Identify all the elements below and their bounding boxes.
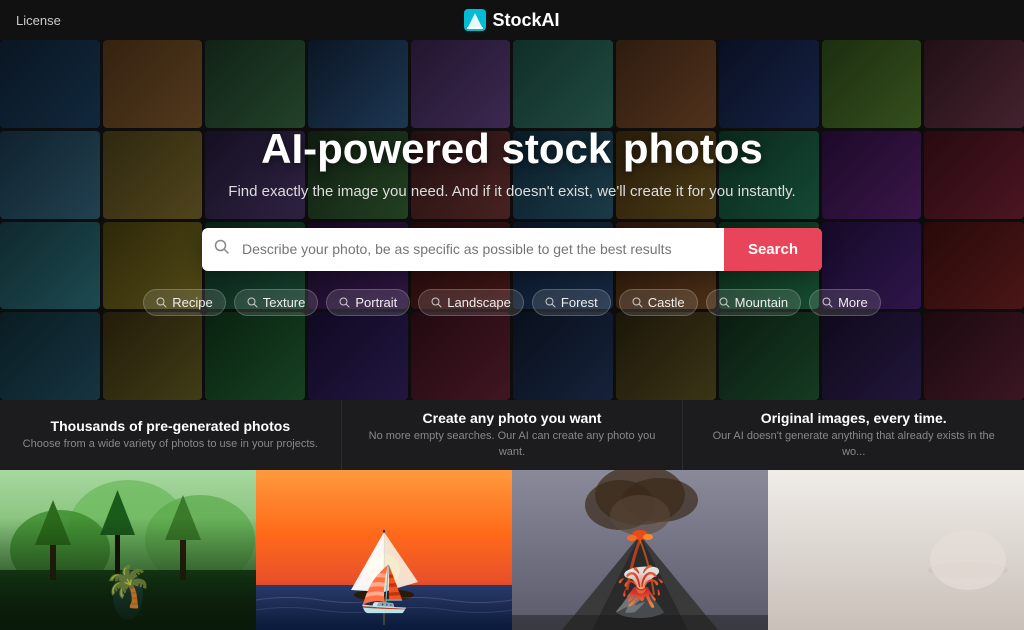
tag-castle-label: Castle (648, 295, 685, 310)
hero-section: AI-powered stock photos Find exactly the… (0, 40, 1024, 400)
feature-original: Original images, every time. Our AI does… (683, 400, 1024, 470)
tag-landscape-label: Landscape (447, 295, 511, 310)
search-input[interactable] (242, 228, 724, 270)
photo-light[interactable] (768, 470, 1024, 630)
photo-jungle[interactable] (0, 470, 256, 630)
photo-sailboat[interactable] (256, 470, 512, 630)
tag-portrait[interactable]: Portrait (326, 289, 410, 316)
tag-more[interactable]: More (809, 289, 881, 316)
feature-original-desc: Our AI doesn't generate anything that al… (703, 429, 1004, 460)
tag-texture-label: Texture (263, 295, 306, 310)
photo-grid (0, 470, 1024, 630)
tag-more-label: More (838, 295, 868, 310)
logo: StockAI (464, 9, 559, 31)
tag-mountain[interactable]: Mountain (706, 289, 801, 316)
photo-volcano[interactable] (512, 470, 768, 630)
hero-subtitle: Find exactly the image you need. And if … (228, 183, 795, 200)
feature-pregen-title: Thousands of pre-generated photos (51, 418, 291, 434)
tag-mountain-label: Mountain (735, 295, 788, 310)
hero-title: AI-powered stock photos (261, 125, 763, 173)
tag-portrait-label: Portrait (355, 295, 397, 310)
logo-icon (464, 9, 486, 31)
tag-forest[interactable]: Forest (532, 289, 611, 316)
feature-create: Create any photo you want No more empty … (342, 400, 684, 470)
navbar: License StockAI (0, 0, 1024, 40)
features-strip: Thousands of pre-generated photos Choose… (0, 400, 1024, 470)
tag-forest-label: Forest (561, 295, 598, 310)
feature-pregen: Thousands of pre-generated photos Choose… (0, 400, 342, 470)
search-bar: Search (202, 228, 822, 271)
search-button[interactable]: Search (724, 228, 822, 271)
tag-texture[interactable]: Texture (234, 289, 319, 316)
tag-castle[interactable]: Castle (619, 289, 698, 316)
tag-landscape[interactable]: Landscape (418, 289, 524, 316)
search-bar-icon (202, 239, 242, 260)
feature-original-title: Original images, every time. (761, 410, 947, 426)
license-link[interactable]: License (16, 13, 61, 28)
feature-pregen-desc: Choose from a wide variety of photos to … (23, 437, 318, 452)
hero-content: AI-powered stock photos Find exactly the… (0, 40, 1024, 400)
tag-recipe[interactable]: Recipe (143, 289, 225, 316)
tag-recipe-label: Recipe (172, 295, 212, 310)
logo-text: StockAI (492, 10, 559, 31)
feature-create-desc: No more empty searches. Our AI can creat… (362, 429, 663, 460)
suggestion-tags: Recipe Texture Portrait Landscape Forest… (143, 289, 880, 316)
feature-create-title: Create any photo you want (423, 410, 602, 426)
